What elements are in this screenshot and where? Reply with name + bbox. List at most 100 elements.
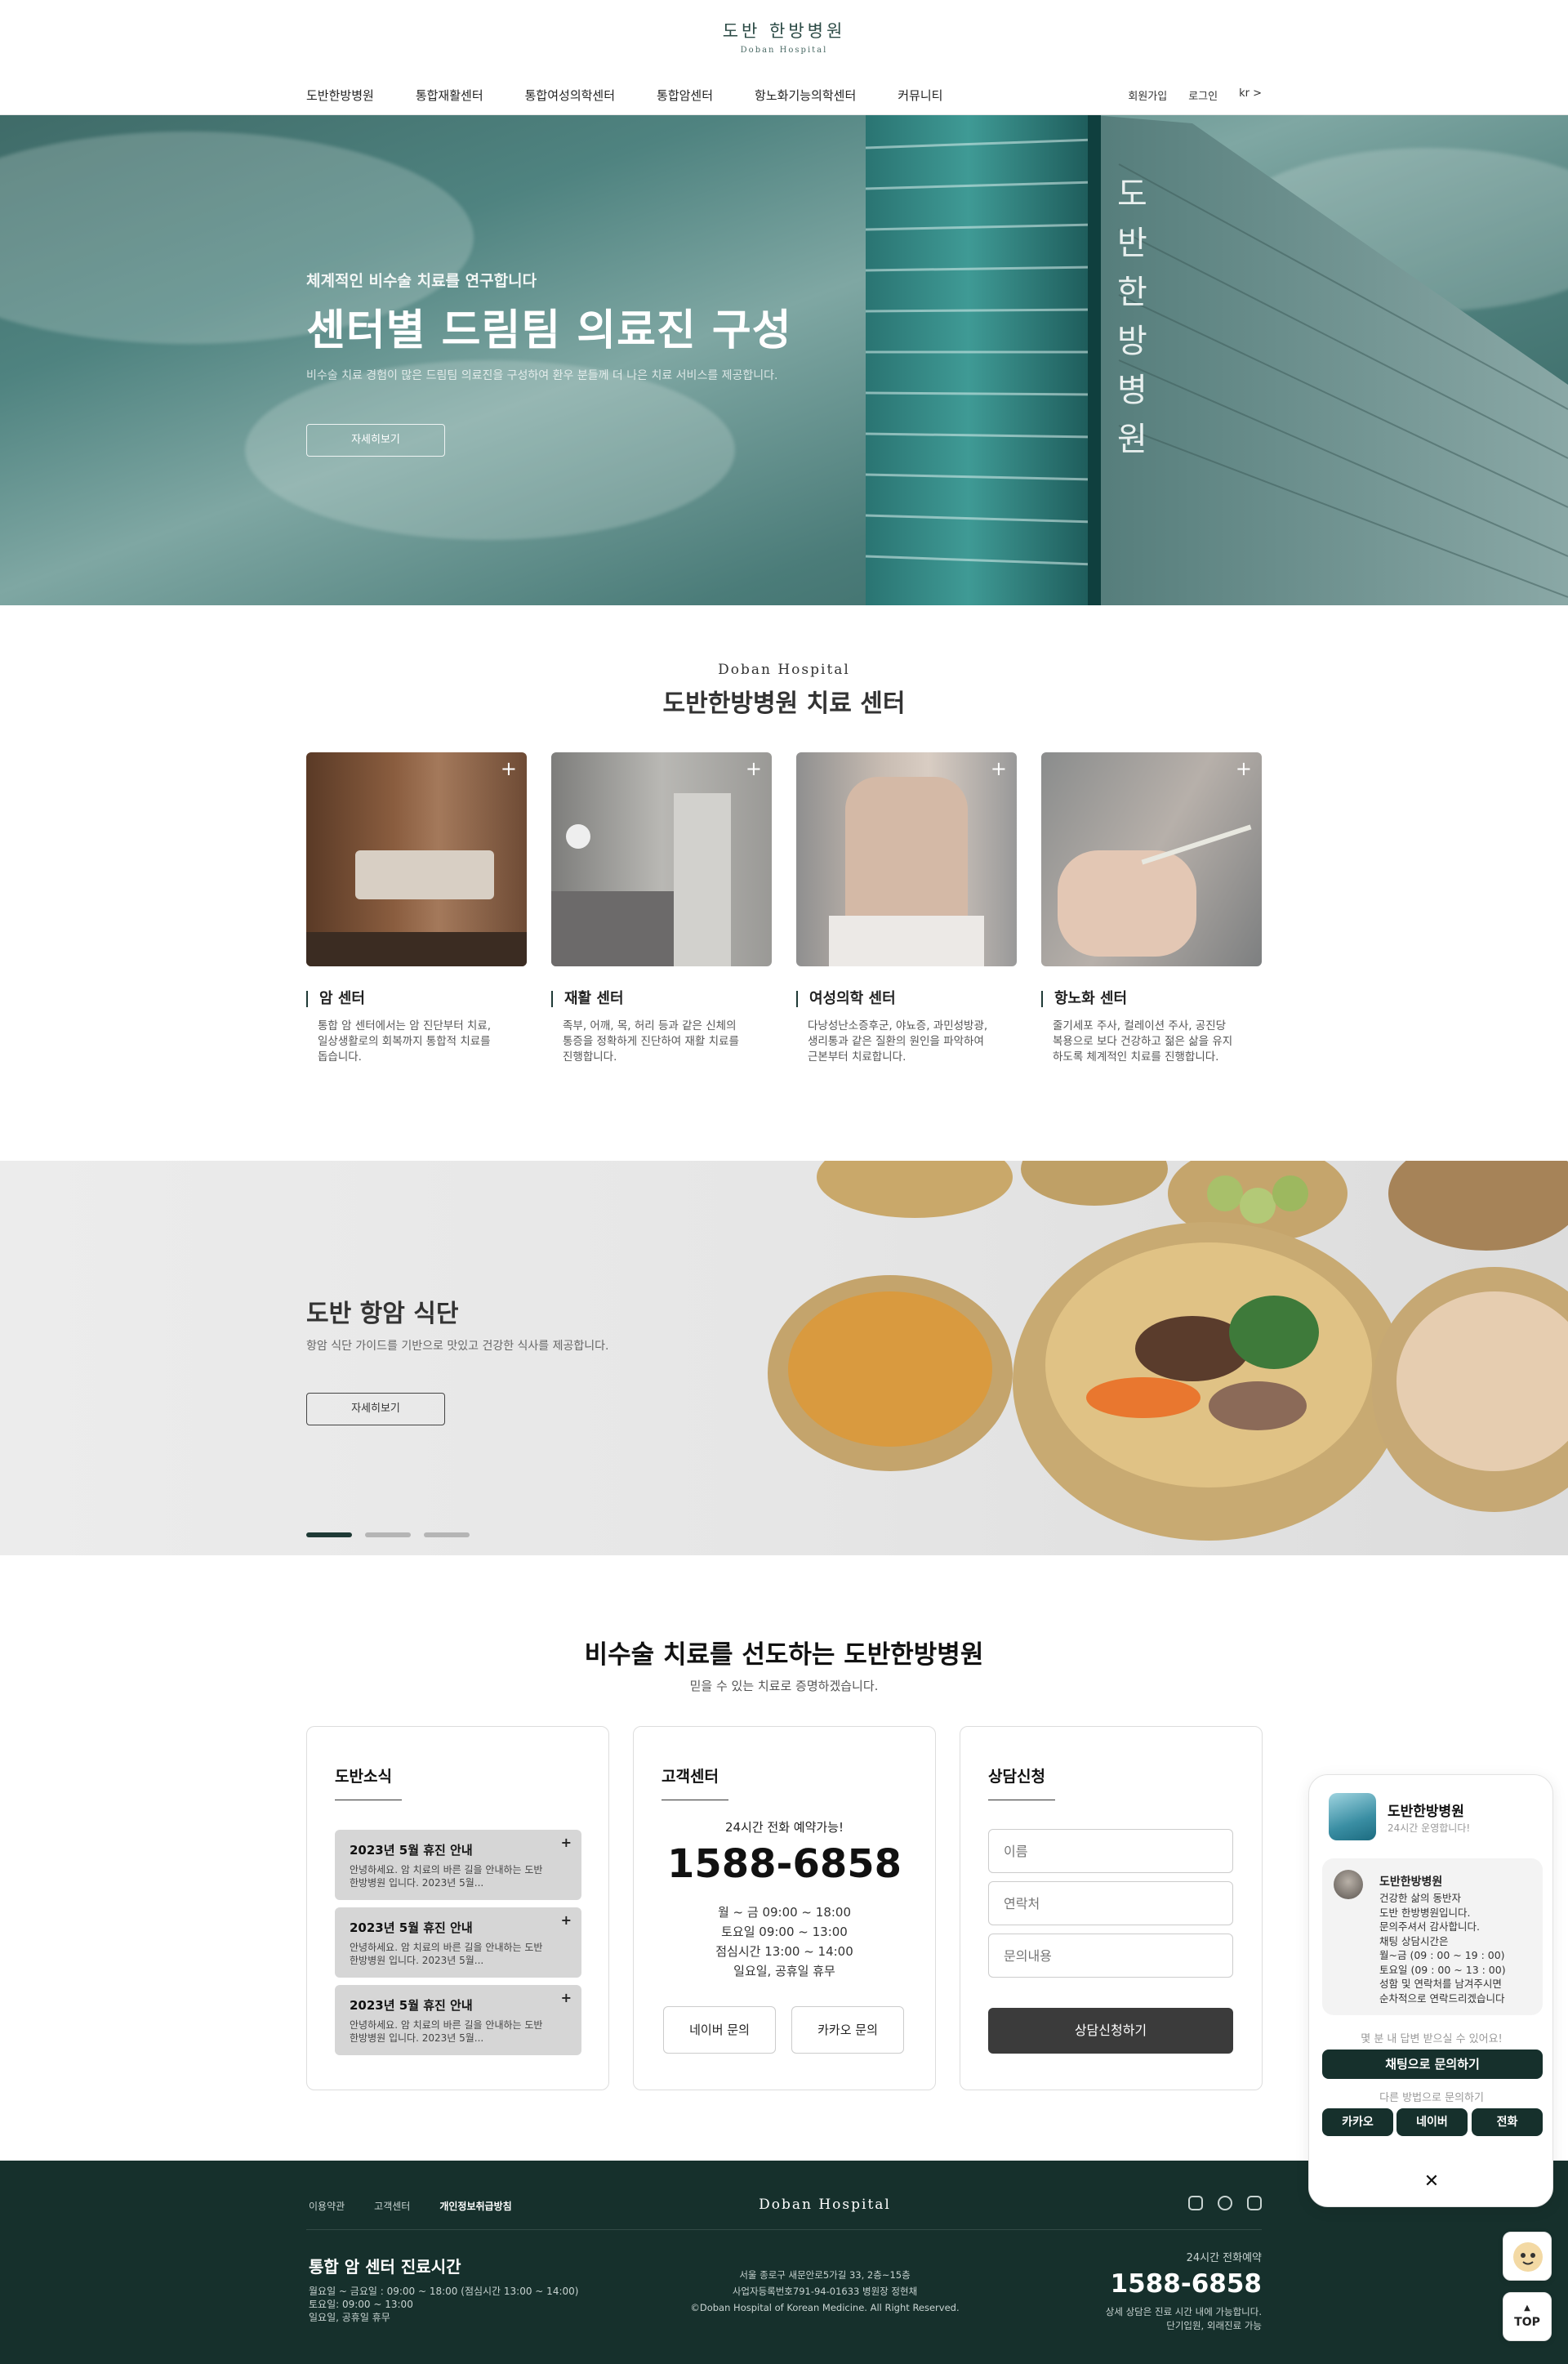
rehab-center-image: + (551, 752, 772, 966)
language-select[interactable]: kr > (1239, 87, 1262, 103)
slider-dot[interactable] (306, 1532, 352, 1537)
chat-widget: 도반한방병원 24시간 운영합니다! 도반한방병원 건강한 삶의 동반자 도반 한… (1308, 1774, 1553, 2207)
center-title: 재활 센터 (551, 991, 772, 1007)
hero-description: 비수술 치료 경험이 많은 드림팀 의료진을 구성하여 환우 분들께 더 나은 … (306, 369, 778, 382)
nav-community[interactable]: 커뮤니티 (898, 87, 942, 104)
site-logo[interactable]: 도반 한방병원 Doban Hospital (0, 18, 1568, 55)
diet-food-image (768, 1161, 1568, 1541)
consult-submit-button[interactable]: 상담신청하기 (988, 2008, 1233, 2054)
plus-icon[interactable]: + (991, 757, 1007, 780)
news-item[interactable]: 2023년 5월 휴진 안내 안녕하세요. 암 치료의 바른 길을 안내하는 도… (335, 1830, 581, 1900)
building-sign-char: 병 (1117, 372, 1147, 409)
nav-antiaging-center[interactable]: 항노화기능의학센터 (755, 87, 856, 104)
center-description: 줄기세포 주사, 컬레이션 주사, 공진당 복용으로 보다 건강하고 젊은 삶을 … (1053, 1019, 1233, 1064)
nav-women-center[interactable]: 통합여성의학센터 (525, 87, 615, 104)
phone-field[interactable] (988, 1881, 1233, 1925)
hero-more-button[interactable]: 자세히보기 (306, 424, 445, 457)
chat-status: 24시간 운영합니다! (1388, 1822, 1471, 1834)
nav-cancer-center[interactable]: 통합암센터 (657, 87, 713, 104)
cs-title: 고객센터 (662, 1768, 719, 1786)
character-icon (1513, 2242, 1543, 2272)
slider-dot[interactable] (424, 1532, 470, 1537)
name-field[interactable] (988, 1829, 1233, 1873)
center-card-women[interactable]: + 여성의학 센터 다낭성난소증후군, 야뇨증, 과민성방광, 생리통과 같은 질… (796, 752, 1017, 1065)
info-subtitle: 믿을 수 있는 치료로 증명하겠습니다. (689, 1679, 879, 1693)
plus-icon[interactable]: + (561, 1990, 572, 2005)
center-title: 항노화 센터 (1041, 991, 1262, 1007)
news-item-desc: 안녕하세요. 암 치료의 바른 길을 안내하는 도반 한방병원 입니다. 2023… (350, 1864, 543, 1889)
customer-center-panel: 고객센터 24시간 전화 예약가능! 1588-6858 월 ~ 금 09:00… (633, 1726, 936, 2090)
slider-pagination (306, 1532, 470, 1537)
message-field[interactable] (988, 1934, 1233, 1978)
logo-korean: 도반 한방병원 (722, 21, 846, 41)
blog-icon[interactable] (1188, 2196, 1203, 2210)
cs-phone[interactable]: 1588-6858 (634, 1841, 935, 1887)
footer-phone[interactable]: 1588-6858 (1106, 2269, 1262, 2299)
chat-icon[interactable] (1218, 2196, 1232, 2210)
center-card-rehab[interactable]: + 재활 센터 족부, 어깨, 목, 허리 등과 같은 신체의 통증을 정확하게 … (551, 752, 772, 1065)
news-item-desc: 안녕하세요. 암 치료의 바른 길을 안내하는 도반 한방병원 입니다. 2023… (350, 2019, 543, 2044)
agent-avatar (1334, 1870, 1363, 1899)
social-icons (1188, 2196, 1262, 2210)
plus-icon[interactable]: + (561, 1835, 572, 1850)
plus-icon[interactable]: + (746, 757, 762, 780)
bubble-text: 건강한 삶의 동반자 도반 한방병원입니다. 문의주셔서 감사합니다. 채팅 상담시간… (1379, 1892, 1506, 2005)
info-title: 비수술 치료를 선도하는 도반한방병원 (584, 1640, 984, 1670)
news-item[interactable]: 2023년 5월 휴진 안내 안녕하세요. 암 치료의 바른 길을 안내하는 도… (335, 1907, 581, 1978)
arrow-up-icon: ▲ (1524, 2304, 1530, 2313)
news-panel: 도반소식 2023년 5월 휴진 안내 안녕하세요. 암 치료의 바른 길을 안… (306, 1726, 609, 2090)
chat-inquiry-button[interactable]: 채팅으로 문의하기 (1322, 2050, 1543, 2079)
kakao-option-button[interactable]: 카카오 (1322, 2108, 1393, 2136)
naver-option-button[interactable]: 네이버 (1396, 2108, 1468, 2136)
plus-icon[interactable]: + (501, 757, 517, 780)
center-card-cancer[interactable]: + 암 센터 통합 암 센터에서는 암 진단부터 치료, 일상생활로의 회복까지 … (306, 752, 527, 1065)
antiaging-center-image: + (1041, 752, 1262, 966)
center-description: 족부, 어깨, 목, 허리 등과 같은 신체의 통증을 정확하게 진단하여 재활 … (563, 1019, 739, 1064)
center-card-antiaging[interactable]: + 항노화 센터 줄기세포 주사, 컬레이션 주사, 공진당 복용으로 보다 건강… (1041, 752, 1262, 1065)
center-title: 여성의학 센터 (796, 991, 1017, 1007)
cancer-center-image: + (306, 752, 527, 966)
diet-banner: 도반 항암 식단 항암 식단 가이드를 기반으로 맛있고 건강한 식사를 제공합… (0, 1161, 1568, 1555)
diet-more-button[interactable]: 자세히보기 (306, 1393, 445, 1425)
nav-rehab-center[interactable]: 통합재활센터 (416, 87, 483, 104)
building-sign-char: 방 (1117, 323, 1147, 360)
plus-icon[interactable]: + (1236, 757, 1252, 780)
login-link[interactable]: 로그인 (1188, 87, 1218, 103)
news-item-title: 2023년 5월 휴진 안내 (350, 1920, 473, 1935)
top-label: TOP (1514, 2316, 1540, 2329)
diet-description: 항암 식단 가이드를 기반으로 맛있고 건강한 식사를 제공합니다. (306, 1340, 609, 1353)
close-icon[interactable]: ✕ (1417, 2167, 1446, 2197)
bubble-sender: 도반한방병원 (1379, 1876, 1443, 1889)
utility-links: 회원가입 로그인 kr > (1128, 87, 1262, 103)
site-header: 도반 한방병원 Doban Hospital 도반한방병원 통합재활센터 통합여… (0, 0, 1568, 115)
footer-address: 서울 종로구 새문안로5가길 33, 2층~15층 사업자등록번호791-94-0… (690, 2269, 960, 2313)
nav-doban-hospital[interactable]: 도반한방병원 (306, 87, 374, 104)
news-item[interactable]: 2023년 5월 휴진 안내 안녕하세요. 암 치료의 바른 길을 안내하는 도… (335, 1985, 581, 2055)
kakao-inquiry-button[interactable]: 카카오 문의 (791, 2006, 904, 2054)
scroll-top-button[interactable]: ▲ TOP (1503, 2292, 1552, 2341)
consult-panel: 상담신청 상담신청하기 (960, 1726, 1263, 2090)
hero-title: 센터별 드림팀 의료진 구성 (306, 306, 792, 355)
naver-inquiry-button[interactable]: 네이버 문의 (663, 2006, 776, 2054)
consult-title: 상담신청 (988, 1768, 1045, 1786)
center-description: 다낭성난소증후군, 야뇨증, 과민성방광, 생리통과 같은 질환의 원인을 파악하… (808, 1019, 988, 1064)
hero-banner: 도 반 한 방 병 원 체계적인 비수술 치료를 연구합니다 센터별 드림팀 의… (0, 115, 1568, 605)
phone-option-button[interactable]: 전화 (1472, 2108, 1543, 2136)
slider-dot[interactable] (365, 1532, 411, 1537)
centers-title: 도반한방병원 치료 센터 (662, 689, 906, 718)
news-item-title: 2023년 5월 휴진 안내 (350, 1998, 473, 2013)
logo-english: Doban Hospital (740, 46, 828, 55)
centers-heading: Doban Hospital 도반한방병원 치료 센터 (0, 662, 1568, 719)
instagram-icon[interactable] (1247, 2196, 1262, 2210)
news-item-desc: 안녕하세요. 암 치료의 바른 길을 안내하는 도반 한방병원 입니다. 2023… (350, 1942, 543, 1966)
signup-link[interactable]: 회원가입 (1128, 87, 1167, 103)
hero-subtitle: 체계적인 비수술 치료를 연구합니다 (306, 272, 537, 290)
news-title: 도반소식 (335, 1768, 392, 1786)
chat-character-button[interactable] (1503, 2232, 1552, 2281)
plus-icon[interactable]: + (561, 1912, 572, 1928)
diet-text: 도반 항암 식단 항암 식단 가이드를 기반으로 맛있고 건강한 식사를 제공합… (306, 1293, 608, 1425)
center-title: 암 센터 (306, 991, 527, 1007)
diet-title: 도반 항암 식단 (306, 1300, 459, 1328)
chat-name: 도반한방병원 (1388, 1804, 1464, 1820)
footer-note: 상세 상담은 진료 시간 내에 가능합니다. 단기입원, 외래진료 가능 (1105, 2306, 1262, 2331)
